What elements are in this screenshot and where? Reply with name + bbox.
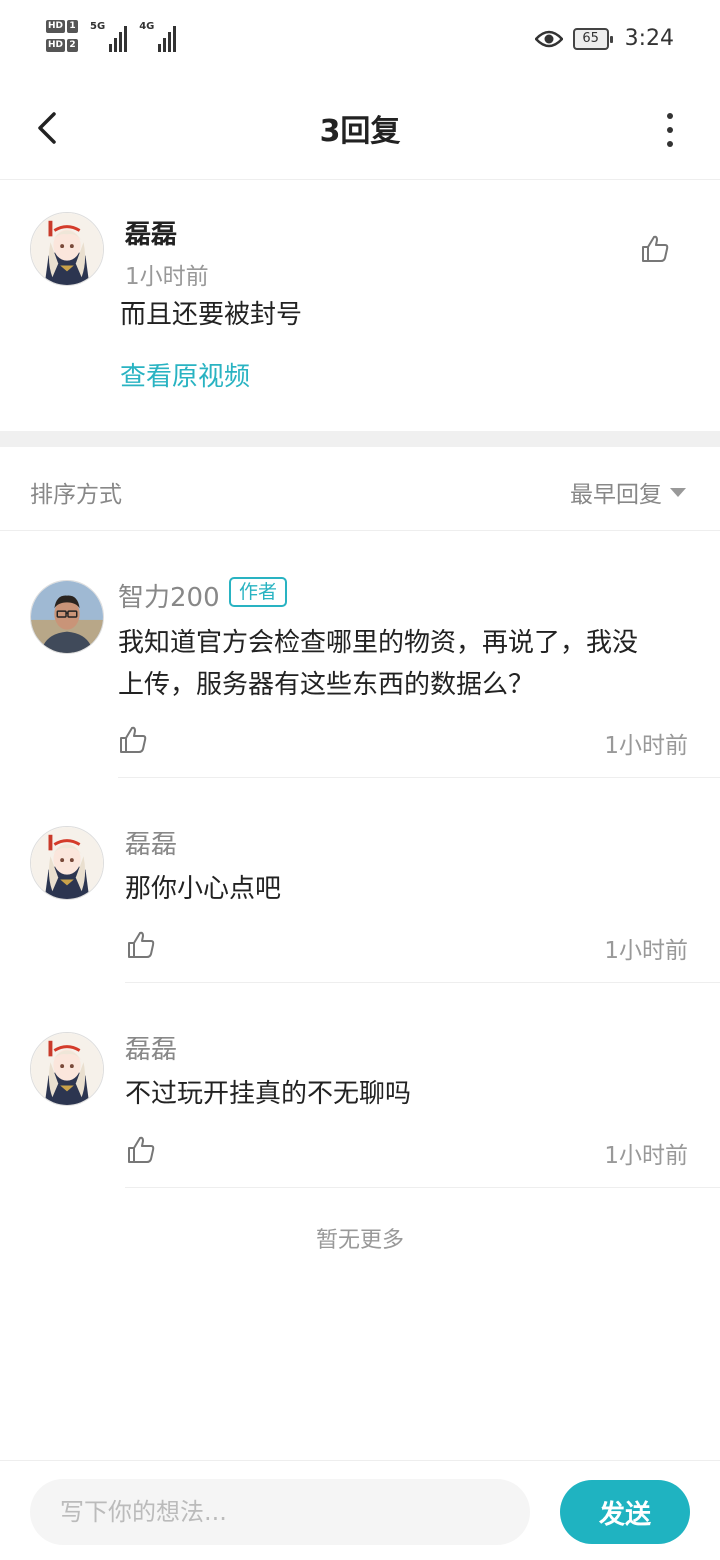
network-4g-label: 4G: [139, 21, 155, 32]
reply-username[interactable]: 磊磊: [125, 1029, 177, 1066]
reply-text-line: 我知道官方会检查哪里的物资，再说了，我没: [118, 628, 639, 658]
sim1-hd-tag: HD: [46, 20, 66, 33]
chevron-down-icon: [670, 487, 686, 497]
comment-input[interactable]: [30, 1479, 530, 1545]
reply-text: 不过玩开挂真的不无聊吗: [125, 1079, 412, 1109]
reply-time: 1小时前: [604, 733, 688, 759]
signal-4g-icon: 4G: [139, 20, 177, 52]
sort-dropdown[interactable]: 最早回复: [570, 475, 686, 509]
author-badge: 作者: [229, 577, 288, 607]
reply-username[interactable]: 磊磊: [125, 824, 177, 861]
status-left: HD 1 HD 2 5G 4G: [46, 20, 177, 52]
status-right: 65 3:24: [534, 26, 674, 51]
network-5g-label: 5G: [90, 21, 106, 32]
divider: [125, 982, 720, 983]
original-comment-time: 1小时前: [125, 264, 209, 290]
avatar[interactable]: [30, 826, 104, 900]
avatar[interactable]: [30, 212, 104, 286]
reply-text-line: 上传，服务器有这些东西的数据么？: [118, 670, 535, 700]
sort-label: 排序方式: [30, 482, 122, 508]
reply-time: 1小时前: [604, 938, 688, 964]
sort-selected-value: 最早回复: [570, 482, 662, 508]
view-original-video-link[interactable]: 查看原视频: [120, 356, 250, 393]
status-bar: HD 1 HD 2 5G 4G 65 3:24: [0, 0, 720, 80]
sim2-number: 2: [67, 39, 79, 52]
divider: [125, 1187, 720, 1188]
like-icon[interactable]: [126, 930, 156, 960]
header: 3回复: [0, 80, 720, 180]
sim1-indicator: HD 1: [46, 20, 79, 33]
like-icon[interactable]: [118, 725, 148, 755]
eye-icon: [534, 30, 563, 47]
reply-text: 那你小心点吧: [125, 874, 282, 904]
avatar[interactable]: [30, 580, 104, 654]
section-divider: [0, 431, 720, 447]
divider: [118, 777, 720, 778]
original-comment-username[interactable]: 磊磊: [125, 214, 177, 251]
clock: 3:24: [624, 26, 674, 51]
reply-username[interactable]: 智力200: [118, 577, 220, 614]
more-options-icon[interactable]: [660, 110, 680, 150]
like-icon[interactable]: [126, 1135, 156, 1165]
battery-level: 65: [582, 30, 599, 46]
page-title: 3回复: [319, 114, 401, 149]
original-comment-text: 而且还要被封号: [120, 300, 303, 330]
send-button[interactable]: 发送: [560, 1480, 690, 1544]
no-more-text: 暂无更多: [315, 1228, 404, 1253]
battery-icon: 65: [572, 27, 613, 50]
like-icon[interactable]: [640, 234, 670, 264]
sort-bar: 排序方式 最早回复: [0, 447, 720, 531]
avatar[interactable]: [30, 1032, 104, 1106]
signal-5g-icon: 5G: [90, 20, 128, 52]
comment-composer: 发送: [0, 1460, 720, 1560]
sim2-hd-tag: HD: [46, 39, 66, 52]
reply-time: 1小时前: [604, 1143, 688, 1169]
sim2-indicator: HD 2: [46, 39, 79, 52]
sim1-number: 1: [67, 20, 79, 33]
